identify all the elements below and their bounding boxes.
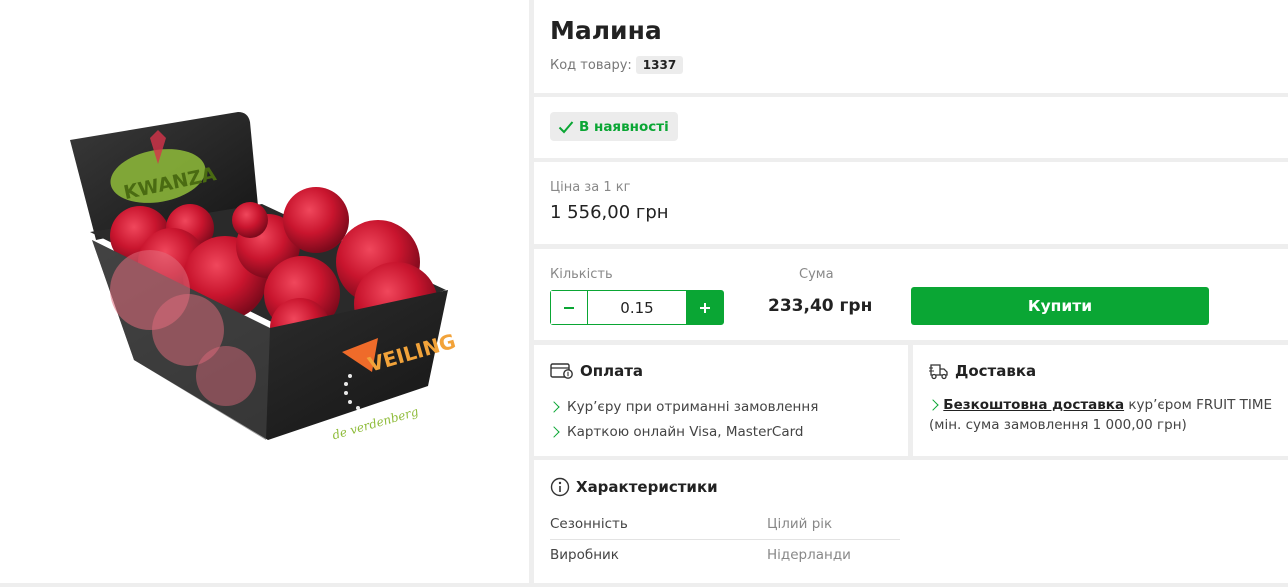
purchase-section: Кількість Сума 233,40 грн Купити bbox=[534, 249, 1288, 340]
spec-value: Цілий рік bbox=[767, 515, 833, 532]
chevron-right-icon bbox=[927, 399, 939, 411]
minus-icon bbox=[564, 306, 574, 309]
payment-section: Оплата Кур’єру при отриманні замовлення … bbox=[534, 345, 908, 456]
plus-icon bbox=[699, 302, 710, 313]
characteristics-table: Сезонність Цілий рік Виробник Нідерланди bbox=[550, 508, 900, 570]
delivery-courier-text: кур’єром FRUIT TIME bbox=[1128, 397, 1273, 413]
sum-label: Сума bbox=[799, 267, 834, 282]
chevron-right-icon bbox=[548, 425, 560, 438]
delivery-min-order-note: (мін. сума замовлення 1 000,00 грн) bbox=[929, 417, 1187, 433]
payment-method-item: Карткою онлайн Visa, MasterCard bbox=[548, 419, 818, 444]
product-header: Малина Код товару: 1337 bbox=[534, 0, 1288, 93]
product-code-row: Код товару: 1337 bbox=[550, 56, 684, 74]
delivery-title: Доставка bbox=[955, 362, 1037, 380]
price-section: Ціна за 1 кг 1 556,00 грн bbox=[534, 162, 1288, 244]
product-title: Малина bbox=[550, 16, 662, 45]
product-code-badge: 1337 bbox=[635, 56, 684, 74]
spec-name: Виробник bbox=[550, 547, 619, 563]
payment-method-label: Кур’єру при отриманні замовлення bbox=[567, 398, 819, 415]
chevron-right-icon bbox=[548, 400, 560, 413]
stock-badge: В наявності bbox=[550, 112, 678, 141]
payment-title: Оплата bbox=[580, 362, 644, 380]
spec-value: Нідерланди bbox=[767, 547, 851, 563]
stock-section: В наявності bbox=[534, 97, 1288, 158]
table-row: Виробник Нідерланди bbox=[550, 539, 900, 570]
table-row: Сезонність Цілий рік bbox=[550, 508, 900, 539]
payment-method-item: Кур’єру при отриманні замовлення bbox=[548, 394, 819, 419]
wallet-icon bbox=[550, 363, 573, 379]
payment-method-label: Карткою онлайн Visa, MasterCard bbox=[567, 423, 804, 440]
stock-status-label: В наявності bbox=[579, 118, 669, 135]
delivery-header: Доставка bbox=[929, 362, 1036, 380]
free-delivery-link[interactable]: Безкоштовна доставка bbox=[943, 397, 1124, 413]
characteristics-header: Характеристики bbox=[550, 477, 718, 497]
buy-button[interactable]: Купити bbox=[911, 287, 1209, 325]
product-image-panel: KWANZA VEILING de verdenberg bbox=[0, 0, 529, 583]
delivery-section: Доставка Безкоштовна доставка кур’єром F… bbox=[913, 345, 1288, 456]
quantity-input[interactable] bbox=[588, 291, 686, 324]
spec-name: Сезонність bbox=[550, 515, 628, 532]
payment-methods-list: Кур’єру при отриманні замовлення Карткою… bbox=[548, 394, 819, 444]
delivery-truck-icon bbox=[929, 364, 948, 380]
characteristics-section: Характеристики Сезонність Цілий рік Виро… bbox=[534, 460, 1288, 583]
quantity-decrease-button[interactable] bbox=[551, 291, 588, 324]
info-icon bbox=[550, 477, 570, 497]
sum-value: 233,40 грн bbox=[768, 296, 873, 316]
checkmark-icon bbox=[558, 120, 574, 133]
payment-header: Оплата bbox=[550, 362, 643, 380]
quantity-label: Кількість bbox=[550, 267, 613, 282]
product-code-label: Код товару: bbox=[550, 57, 632, 73]
product-image[interactable]: KWANZA VEILING de verdenberg bbox=[0, 0, 529, 583]
price-label: Ціна за 1 кг bbox=[550, 180, 631, 195]
delivery-info: Безкоштовна доставка кур’єром FRUIT TIME… bbox=[927, 395, 1279, 435]
quantity-stepper bbox=[550, 290, 724, 325]
price-value: 1 556,00 грн bbox=[550, 202, 669, 223]
quantity-increase-button[interactable] bbox=[686, 291, 723, 324]
characteristics-title: Характеристики bbox=[576, 478, 718, 496]
